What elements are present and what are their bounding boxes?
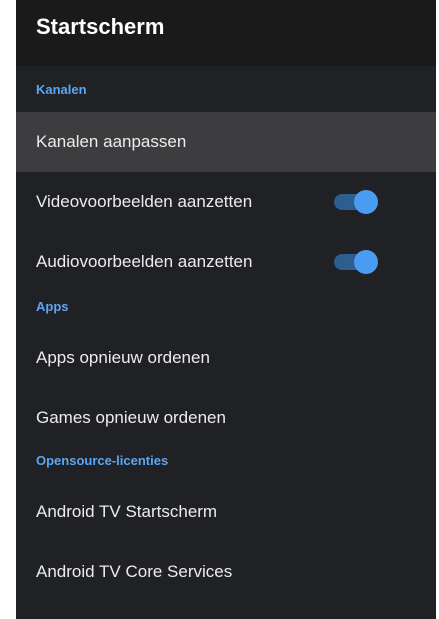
menu-item-label: Kanalen aanpassen	[36, 132, 187, 151]
menu-item-label: Android TV Core Services	[36, 562, 233, 581]
menu-item-label: Android TV Startscherm	[36, 502, 218, 521]
section-header-opensource-licenties: Opensource-licenties	[36, 452, 169, 468]
section-header-kanalen: Kanalen	[36, 81, 87, 97]
menu-item-android-tv-startscherm[interactable]: Android TV Startscherm	[16, 482, 436, 542]
video-previews-toggle[interactable]	[334, 190, 378, 214]
menu-item-label: Games opnieuw ordenen	[36, 408, 226, 427]
menu-item-audiovoorbeelden[interactable]: Audiovoorbeelden aanzetten	[16, 232, 436, 292]
menu-item-videovoorbeelden[interactable]: Videovoorbeelden aanzetten	[16, 172, 436, 232]
toggle-thumb	[354, 190, 378, 214]
menu-item-label: Apps opnieuw ordenen	[36, 348, 210, 367]
panel-header: Startscherm	[16, 0, 436, 66]
section-header-apps: Apps	[36, 298, 69, 314]
settings-panel: Startscherm Kanalen Kanalen aanpassen Vi…	[16, 0, 436, 619]
menu-item-android-tv-core-services[interactable]: Android TV Core Services	[16, 542, 436, 602]
menu-item-label: Audiovoorbeelden aanzetten	[36, 252, 253, 271]
menu-item-label: Videovoorbeelden aanzetten	[36, 192, 253, 211]
menu-item-kanalen-aanpassen[interactable]: Kanalen aanpassen	[16, 112, 436, 172]
menu-item-apps-ordenen[interactable]: Apps opnieuw ordenen	[16, 328, 436, 388]
toggle-thumb	[354, 250, 378, 274]
audio-previews-toggle[interactable]	[334, 250, 378, 274]
page-title: Startscherm	[36, 14, 165, 39]
